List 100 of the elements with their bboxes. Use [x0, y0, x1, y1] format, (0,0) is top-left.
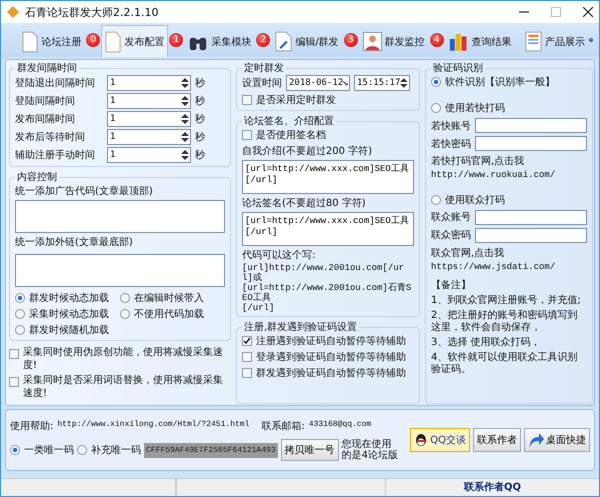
field-label: 统一添加外链(文章最底部): [15, 236, 134, 249]
date-picker[interactable]: 2018-06-12: [286, 75, 350, 91]
input-field[interactable]: [475, 228, 587, 243]
page-icon: [525, 31, 542, 52]
field-label: 若快密码: [431, 138, 471, 150]
radio-button[interactable]: 一类唯一码: [10, 443, 74, 457]
site-url[interactable]: http://www.ruokuai.com/: [431, 171, 587, 181]
field-label: 统一添加广告代码(文章最顶部): [15, 184, 154, 198]
field-label: 联众账号: [431, 210, 471, 224]
penguin-icon: [414, 433, 428, 447]
field-label: 若快账号: [431, 120, 471, 132]
group-title: 定时群发: [243, 62, 285, 75]
note-text: 【备注】: [431, 280, 472, 292]
radio-button[interactable]: 不使用代码加载: [120, 307, 225, 321]
copy-button[interactable]: 拷贝唯一号: [280, 439, 339, 461]
toolbar-tab[interactable]: 编辑/群发: [271, 25, 343, 57]
unit-label: 秒: [195, 148, 205, 162]
number-field[interactable]: 1: [107, 111, 191, 127]
field-label: 登陆间隔时间: [15, 94, 76, 108]
unit-label: 秒: [195, 112, 205, 126]
step-badge: 0: [86, 33, 100, 47]
field-label: 发布间隔时间: [15, 112, 76, 126]
unit-label: 秒: [195, 130, 205, 144]
hint-code: [url]http://www.2001ou.com[/url]或 [url=http://www.2001ou.com]石青SEO工具 [/url]: [242, 264, 412, 314]
toolbar-tab[interactable]: 产品展示: [521, 25, 589, 57]
contact-button[interactable]: 联系作者: [473, 428, 521, 452]
checkbox[interactable]: 注册遇到验证码自动暂停等待辅助: [242, 334, 414, 348]
person-icon: [362, 32, 382, 51]
radio-button[interactable]: 使用若快打码: [431, 101, 587, 115]
email-address: 433168@qq.com: [308, 421, 372, 430]
spinner-arrows-icon[interactable]: [181, 131, 189, 143]
time-field[interactable]: 15:15:17: [354, 75, 410, 91]
site-url[interactable]: https://www.jsdati.com/: [431, 262, 587, 273]
toolbar-tab[interactable]: 群发监控: [358, 25, 429, 57]
checkbox[interactable]: 采集同时使用伪原创功能，使用将减慢采集速度!: [9, 347, 231, 372]
checkbox[interactable]: 是否使用签名档: [242, 128, 414, 142]
spinner-arrows-icon[interactable]: [181, 149, 189, 161]
radio-button[interactable]: 补充唯一码: [77, 443, 141, 457]
radio-button[interactable]: 在编辑时候带入: [120, 291, 225, 305]
window-title: 石青论坛群发大师2.2.1.10: [25, 4, 160, 20]
toolbar-tab[interactable]: 论坛注册: [18, 25, 86, 57]
close-icon[interactable]: [583, 7, 593, 17]
help-label: 使用帮助:: [10, 420, 54, 432]
number-field[interactable]: 1: [107, 75, 191, 91]
toolbar-tab[interactable]: 采集模块: [184, 25, 256, 57]
radio-button[interactable]: 群发时候随机加载: [15, 323, 120, 337]
group-title: 内容控制: [16, 170, 58, 184]
field-label: 设置时间: [242, 76, 282, 90]
checkmark-icon: [243, 337, 251, 346]
radio-button[interactable]: 采集时候动态加载: [15, 307, 120, 321]
input-field[interactable]: [475, 136, 587, 151]
step-badge: 2: [256, 33, 270, 47]
spinner-arrows-icon[interactable]: [400, 77, 408, 89]
hint-title: 代码可以这个写:: [242, 248, 316, 262]
radio-button[interactable]: 使用联众打码: [431, 192, 587, 207]
step-badge: 3: [344, 33, 358, 47]
document-icon: [22, 30, 38, 52]
unit-label: 秒: [195, 76, 205, 90]
checkbox[interactable]: 是否采用定时群发: [242, 93, 414, 107]
checkbox[interactable]: 采集同时是否采用词语替换，使用将减慢采集速度!: [9, 375, 231, 400]
checkbox[interactable]: 群发遇到验证码自动暂停等待辅助: [242, 366, 414, 380]
input-field[interactable]: [475, 118, 587, 133]
group-title: 论坛签名、介绍配置: [243, 114, 335, 128]
note-text: 1、到联众官网注册账号，并充值;: [431, 294, 582, 307]
number-field[interactable]: 1: [107, 93, 191, 109]
radio-button[interactable]: 群发时候动态加载: [15, 291, 120, 305]
radio-button[interactable]: 软件识别【识别率一般】: [431, 75, 587, 89]
spinner-arrows-icon[interactable]: [181, 77, 189, 89]
toolbar-tab[interactable]: 发布配置: [101, 25, 168, 57]
number-field[interactable]: 1: [107, 129, 191, 145]
field-label: 自我介绍(不要超过200 字符): [242, 144, 374, 158]
site-link-text[interactable]: 若快打码官网,点击我: [431, 154, 587, 168]
curved-arrow-icon: [528, 431, 544, 449]
status-text: 联系作者QQ: [462, 480, 522, 495]
pen-document-icon: [275, 31, 292, 52]
toolbar-tab[interactable]: 查询结果: [444, 25, 516, 57]
input-field[interactable]: [475, 210, 587, 225]
spinner-arrows-icon[interactable]: [181, 113, 189, 125]
edition-text: 您现在使用的是4论坛版: [342, 438, 399, 462]
note-text: 4、软件就可以使用联众工具识别验证码。: [431, 352, 578, 376]
group-title: 验证码识别: [432, 62, 484, 75]
qq-chat-button[interactable]: QQ交谈: [410, 428, 470, 452]
text-area[interactable]: [url=http://www.xxx.com]SEO工具[/url]: [242, 212, 414, 246]
help-url[interactable]: http://www.xinxilong.com/Html/?2451.html: [57, 421, 250, 430]
step-badge: 1: [169, 33, 184, 47]
app-logo-icon: [7, 6, 19, 18]
site-link-text[interactable]: 联众官网,点击我: [431, 246, 587, 260]
unit-label: 秒: [195, 94, 205, 108]
field-label: 登陆退出间隔时间: [15, 76, 96, 90]
text-area[interactable]: [15, 254, 225, 287]
text-area[interactable]: [15, 200, 225, 233]
checkbox[interactable]: 登录遇到验证码自动暂停等待辅助: [242, 350, 414, 364]
number-field[interactable]: 1: [107, 147, 191, 163]
shortcut-button[interactable]: 桌面快捷: [524, 428, 590, 452]
email-label: 联系邮箱:: [261, 420, 305, 432]
text-area[interactable]: [url=http://www.xxx.com]SEO工具[/url]: [242, 160, 414, 194]
caret-icon[interactable]: [343, 80, 348, 86]
spinner-arrows-icon[interactable]: [181, 95, 189, 107]
note-text: 2、把注册好的账号和密码填写到这里，软件会自动保存，: [431, 310, 578, 334]
step-badge: 4: [430, 33, 444, 47]
